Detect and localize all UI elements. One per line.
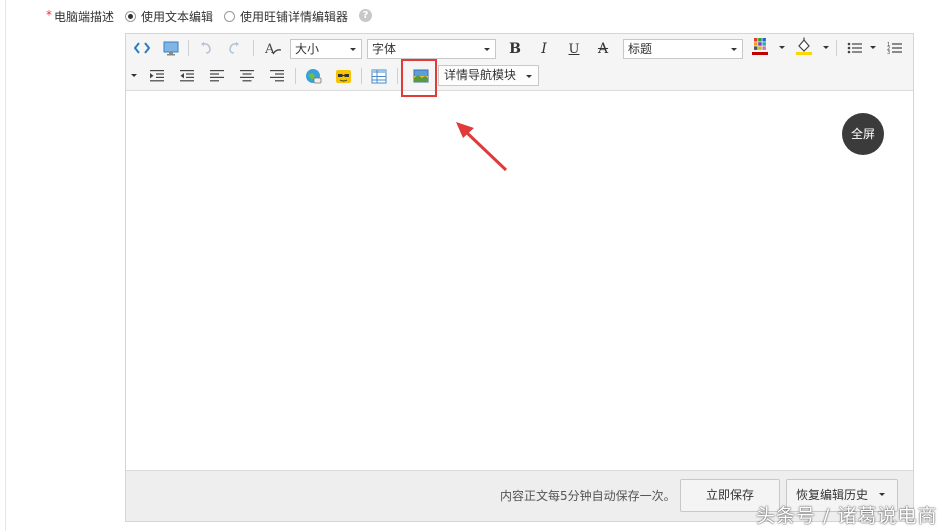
indent-icon [150,70,164,82]
toolbar-separator [836,40,837,56]
annotation-arrow-icon [456,122,508,172]
field-label: 电脑端描述 [54,10,115,24]
format-painter-button[interactable]: A [262,37,284,59]
toolbar-separator [253,40,254,56]
unordered-list-button[interactable] [844,37,866,59]
redo-button[interactable] [223,37,245,59]
highlight-color-button[interactable] [793,36,815,58]
detail-nav-module-select[interactable]: 详情导航模块 [438,65,539,86]
radio-text-editor-label: 使用文本编辑 [141,9,214,24]
source-code-button[interactable] [131,37,153,59]
chevron-down-icon [484,48,490,51]
ordered-list-button[interactable]: 123 [884,37,906,59]
bold-button[interactable]: B [504,38,526,60]
italic-button[interactable]: I [533,38,555,60]
chevron-down-icon[interactable] [823,46,829,49]
editor-content-area[interactable] [126,91,913,472]
align-right-icon [270,70,284,82]
help-icon[interactable]: ? [359,9,372,22]
format-clear-icon: A [264,42,282,56]
fullscreen-button[interactable]: 全屏 [842,113,884,155]
color-grid-icon [752,38,768,55]
table-icon [371,69,387,83]
radio-wangpu-editor-label: 使用旺铺详情编辑器 [240,9,349,24]
insert-emoticon-button[interactable] [332,65,354,87]
radio-text-editor[interactable]: 使用文本编辑 [125,8,213,24]
detail-nav-module-label: 详情导航模块 [444,68,517,82]
page-left-border [5,0,6,531]
autosave-notice: 内容正文每5分钟自动保存一次。 [500,489,676,503]
numbered-list-icon: 123 [887,42,902,55]
radio-wangpu-editor[interactable]: 使用旺铺详情编辑器 [224,8,348,24]
toolbar-separator [361,68,362,84]
insert-table-button[interactable] [368,65,390,87]
paint-bucket-icon [796,37,812,55]
font-size-select-value: 大小 [295,42,320,56]
font-family-select[interactable]: 字体 [367,39,496,59]
watermark-text: 头条号 / 诸葛说电商 [756,505,938,527]
monitor-icon [163,41,179,55]
chevron-down-icon [731,48,737,51]
chevron-down-icon[interactable] [870,46,876,49]
align-center-button[interactable] [236,65,258,87]
description-field-row: * 电脑端描述 使用文本编辑 使用旺铺详情编辑器 ? [0,6,946,26]
font-family-select-value: 字体 [372,42,397,56]
font-size-select[interactable]: 大小 [290,39,362,59]
strikethrough-button[interactable]: A [592,38,614,60]
undo-icon [201,41,211,54]
globe-link-icon [305,68,321,83]
svg-text:3: 3 [887,50,890,55]
outdent-button[interactable] [176,65,198,87]
align-left-button[interactable] [206,65,228,87]
toolbar-separator [188,40,189,56]
chevron-down-icon[interactable] [779,46,785,49]
indent-button[interactable] [146,65,168,87]
bullet-list-icon [847,42,862,54]
chevron-down-icon [350,48,356,51]
source-code-icon [134,42,150,54]
chevron-down-icon[interactable] [131,74,137,77]
annotation-highlight-box [401,59,437,97]
align-left-icon [210,70,224,82]
chevron-down-icon [526,75,532,78]
font-color-button[interactable] [749,36,771,58]
align-right-button[interactable] [266,65,288,87]
heading-select[interactable]: 标题 [623,39,743,59]
align-center-icon [240,70,254,82]
insert-link-button[interactable] [302,65,324,87]
toolbar-separator [397,68,398,84]
underline-button[interactable]: U [563,38,585,60]
restore-history-label: 恢复编辑历史 [796,488,869,502]
outdent-icon [180,70,194,82]
required-mark: * [46,8,52,22]
undo-button[interactable] [195,37,217,59]
radio-unselected-icon[interactable] [224,10,235,22]
rich-text-editor: A 大小 字体 B I U A 标题 1 2 3 详情导航模块 内容正文每5分钟… [125,33,914,522]
redo-icon [229,41,239,54]
chevron-down-icon [879,493,885,496]
preview-button[interactable] [160,37,182,59]
emoticon-icon [335,69,351,83]
editor-toolbar: A 大小 字体 B I U A 标题 1 2 3 详情导航模块 [126,34,913,91]
toolbar-separator [295,68,296,84]
radio-selected-icon[interactable] [125,10,136,22]
heading-select-value: 标题 [628,42,653,56]
